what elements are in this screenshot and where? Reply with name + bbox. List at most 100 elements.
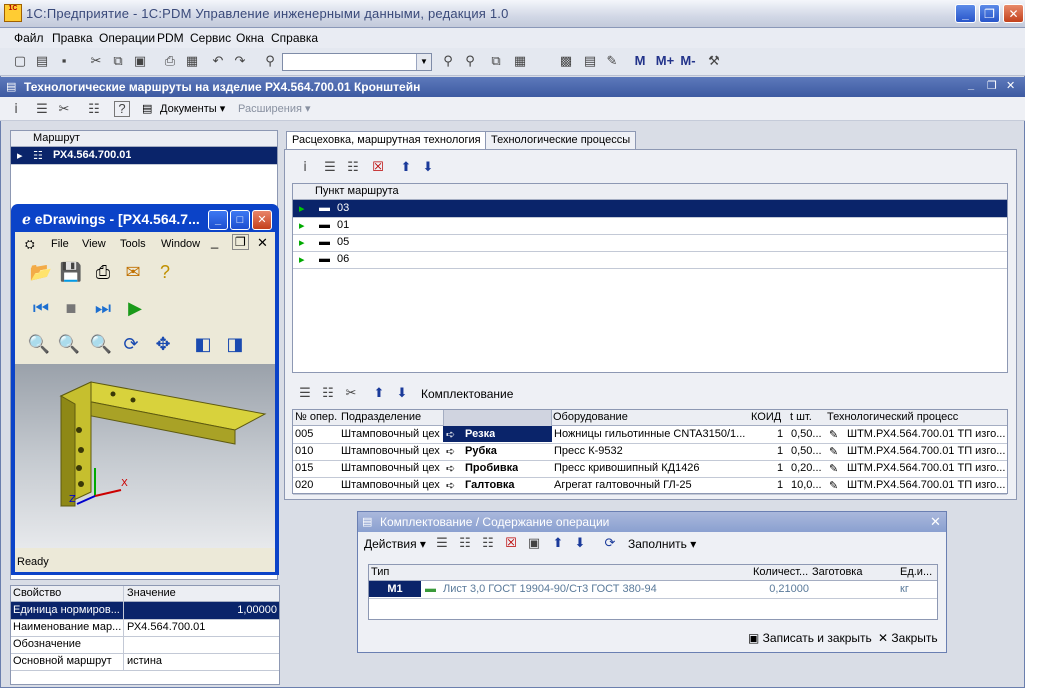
windows-icon[interactable]: ⧉ (488, 53, 504, 69)
copy-row-icon[interactable]: ☷ (345, 159, 361, 175)
help-icon[interactable]: ? (153, 260, 177, 284)
dialog-close-icon[interactable]: ✕ (930, 514, 941, 530)
menu-pdm[interactable]: PDM (157, 31, 184, 45)
model-viewport[interactable]: Z X (15, 364, 275, 548)
open-folder-icon[interactable]: 📂 (29, 260, 53, 284)
chevron-down-icon[interactable]: ▼ (416, 54, 431, 70)
copy-icon[interactable]: ⧉ (110, 53, 126, 69)
refresh-icon[interactable]: ⟳ (602, 535, 618, 551)
memory-minus-button[interactable]: M- (678, 53, 698, 69)
save-icon[interactable]: ▪ (56, 53, 72, 69)
edw-menu-icon[interactable]: ⛭ (25, 237, 35, 252)
edw-minimize-icon[interactable]: _ (208, 210, 228, 230)
edw-doc-minimize-icon[interactable]: _ (211, 234, 218, 249)
calendar-icon[interactable]: ▦ (512, 53, 528, 69)
route-tree-item[interactable]: ▸ ☷ РХ4.564.700.01 (11, 147, 277, 165)
undo-icon[interactable]: ↶ (210, 53, 226, 69)
edw-menu-view[interactable]: View (82, 238, 106, 250)
open-icon[interactable]: ▤ (34, 53, 50, 69)
find-icon[interactable]: ⚲ (262, 53, 278, 69)
kit-button[interactable]: Комплектование (421, 387, 513, 401)
search-combo[interactable]: ▼ (282, 53, 432, 71)
tab-routing[interactable]: Расцеховка, маршрутная технология (286, 131, 487, 149)
edw-doc-close-icon[interactable]: ✕ (257, 235, 268, 251)
tools-icon[interactable]: ⚒ (706, 53, 722, 69)
extensions-menu[interactable]: Расширения ▾ (238, 102, 311, 115)
save-close-button[interactable]: ▣ Записать и закрыть (748, 631, 872, 645)
shaded-view-icon[interactable]: ◧ (191, 332, 215, 356)
table-row[interactable]: Основной маршрут истина (11, 653, 279, 671)
op-cell-selected[interactable] (443, 426, 552, 442)
hierarchy-icon[interactable]: ☷ (86, 101, 102, 117)
table-row[interactable]: ▸ ▬ 05 (293, 234, 1007, 252)
copy-row-icon[interactable]: ☷ (320, 385, 336, 401)
next-frame-icon[interactable]: ⏭ (91, 296, 115, 320)
play-icon[interactable]: ▶ (123, 296, 147, 320)
zoom-icon[interactable]: 🔍 (89, 332, 113, 356)
expand-icon[interactable]: ▸ (17, 149, 23, 162)
move-up-icon[interactable]: ⬆ (398, 159, 414, 175)
find-next-icon[interactable]: ⚲ (440, 53, 456, 69)
memory-button[interactable]: M (632, 53, 648, 69)
prop-value[interactable]: 1,00000 (127, 604, 277, 616)
edw-maximize-icon[interactable]: □ (230, 210, 250, 230)
add-row-icon[interactable]: ☰ (297, 385, 313, 401)
delete-row-icon[interactable]: ☒ (503, 535, 519, 551)
prop-value[interactable]: РХ4.564.700.01 (127, 621, 205, 633)
table-row[interactable]: 020 Штамповочный цех ➪ Галтовка Агрегат … (293, 477, 1007, 495)
print-icon[interactable]: ⎙ (91, 260, 115, 284)
delete-row-icon[interactable]: ☒ (370, 159, 386, 175)
edw-close-icon[interactable]: ✕ (252, 210, 272, 230)
find-prev-icon[interactable]: ⚲ (462, 53, 478, 69)
notes-icon[interactable]: ▤ (582, 53, 598, 69)
documents-menu[interactable]: Документы ▾ (160, 102, 225, 115)
minimize-icon[interactable]: _ (955, 4, 976, 23)
perspective-view-icon[interactable]: ◨ (223, 332, 247, 356)
table-row[interactable]: ▸ ▬ 06 (293, 251, 1007, 269)
save-icon[interactable]: 💾 (59, 260, 83, 284)
zoom-area-icon[interactable]: 🔍 (57, 332, 81, 356)
first-frame-icon[interactable]: ⏮ (29, 296, 53, 320)
move-up-icon[interactable]: ⬆ (371, 385, 387, 401)
close-button[interactable]: ✕ Закрыть (878, 631, 938, 645)
restore-icon[interactable]: ❐ (979, 4, 1000, 23)
print-icon[interactable]: ⎙ (162, 53, 178, 69)
menu-service[interactable]: Сервис (190, 31, 231, 45)
calculator-icon[interactable]: ▩ (558, 53, 574, 69)
actions-menu[interactable]: Действия ▾ (364, 537, 426, 551)
redo-icon[interactable]: ↷ (232, 53, 248, 69)
list-add-icon[interactable]: ☰ (34, 101, 50, 117)
table-row[interactable]: M1 ▬ Лист 3,0 ГОСТ 19904-90/Ст3 ГОСТ 380… (369, 581, 937, 599)
stop-icon[interactable]: ■ (59, 296, 83, 320)
cut-icon[interactable]: ✂ (343, 385, 359, 401)
info-icon[interactable]: ⅰ (297, 159, 313, 175)
finish-icon[interactable]: ▣ (526, 535, 542, 551)
cut-icon[interactable]: ✂ (56, 101, 72, 117)
kit-unit[interactable]: кг (900, 583, 909, 595)
preview-icon[interactable]: ▦ (184, 53, 200, 69)
doc-restore-icon[interactable]: ❐ (987, 79, 997, 92)
help-wizard-icon[interactable]: ✎ (604, 53, 620, 69)
kit-quantity[interactable]: 0,21000 (753, 583, 809, 595)
edw-menu-tools[interactable]: Tools (120, 238, 146, 250)
menu-edit[interactable]: Правка (52, 31, 93, 45)
move-down-icon[interactable]: ⬇ (394, 385, 410, 401)
add-row-icon[interactable]: ☰ (322, 159, 338, 175)
table-row[interactable]: Единица нормиров... 1,00000 (11, 602, 279, 620)
menu-file[interactable]: Файл (14, 31, 44, 45)
move-down-icon[interactable]: ⬇ (420, 159, 436, 175)
menu-windows[interactable]: Окна (236, 31, 264, 45)
move-up-icon[interactable]: ⬆ (550, 535, 566, 551)
table-row[interactable]: Наименование мар... РХ4.564.700.01 (11, 619, 279, 637)
doc-close-icon[interactable]: ✕ (1006, 79, 1015, 92)
help-icon[interactable]: ? (114, 101, 130, 117)
add-row-icon[interactable]: ☰ (434, 535, 450, 551)
email-icon[interactable]: ✉ (121, 260, 145, 284)
table-row[interactable]: Обозначение (11, 636, 279, 654)
table-row[interactable]: 010 Штамповочный цех ➪ Рубка Пресс К-953… (293, 443, 1007, 461)
edw-menu-file[interactable]: File (51, 238, 69, 250)
paste-icon[interactable]: ▣ (132, 53, 148, 69)
info-icon[interactable]: ⅰ (8, 101, 24, 117)
table-row[interactable]: 015 Штамповочный цех ➪ Пробивка Пресс кр… (293, 460, 1007, 478)
move-down-icon[interactable]: ⬇ (572, 535, 588, 551)
